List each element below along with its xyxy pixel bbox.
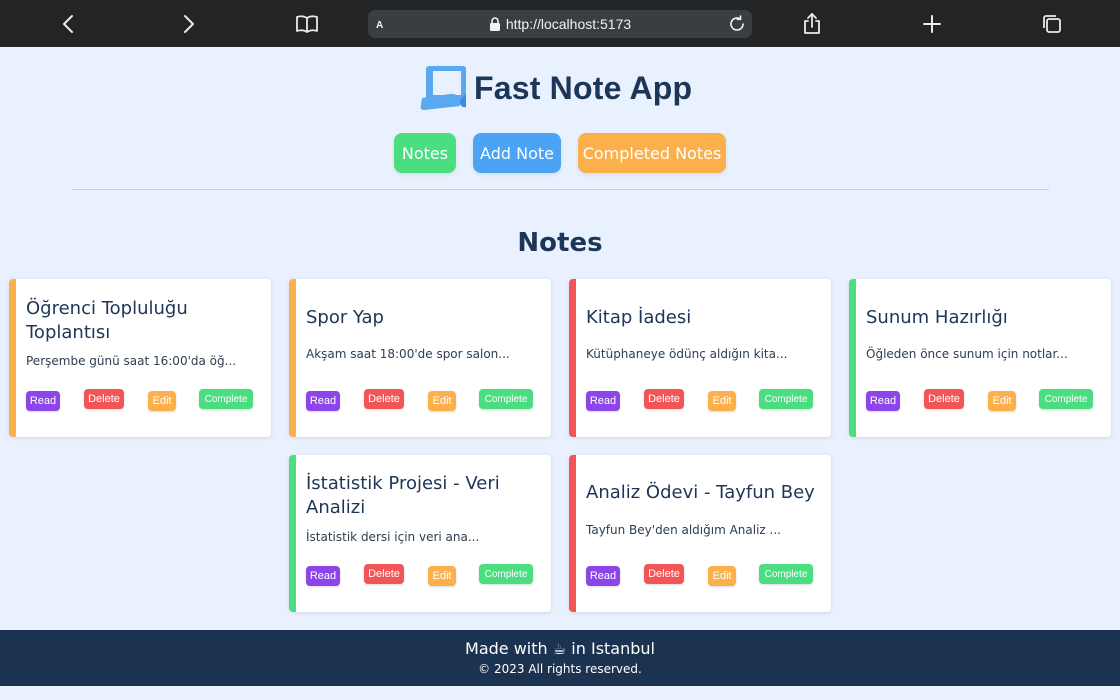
delete-button[interactable]: Delete xyxy=(84,389,124,409)
completed-notes-nav-button[interactable]: Completed Notes xyxy=(578,133,726,173)
note-description: Tayfun Bey'den aldığım Analiz ... xyxy=(586,523,781,537)
note-title: Sunum Hazırlığı xyxy=(866,307,1008,328)
delete-button[interactable]: Delete xyxy=(364,389,404,409)
note-description: İstatistik dersi için veri ana... xyxy=(306,530,480,544)
complete-button[interactable]: Complete xyxy=(759,564,813,584)
read-button[interactable]: Read xyxy=(306,391,340,411)
note-card: Analiz Ödevi - Tayfun Bey Tayfun Bey'den… xyxy=(569,455,831,612)
share-icon[interactable] xyxy=(800,12,824,36)
note-description: Akşam saat 18:00'de spor salon... xyxy=(306,347,510,361)
complete-button[interactable]: Complete xyxy=(1039,389,1093,409)
footer: Made with ☕ in Istanbul © 2023 All right… xyxy=(0,630,1120,686)
main-nav: Notes Add Note Completed Notes xyxy=(0,133,1120,173)
footer-credit-prefix: Made with xyxy=(465,639,548,658)
notes-nav-button[interactable]: Notes xyxy=(394,133,456,173)
note-title: Spor Yap xyxy=(306,307,384,328)
delete-button[interactable]: Delete xyxy=(924,389,964,409)
read-button[interactable]: Read xyxy=(866,391,900,411)
note-description: Kütüphaneye ödünç aldığın kita... xyxy=(586,347,788,361)
read-button[interactable]: Read xyxy=(306,566,340,586)
address-bar[interactable]: A http://localhost:5173 xyxy=(368,10,752,38)
edit-button[interactable]: Edit xyxy=(708,391,736,411)
delete-button[interactable]: Delete xyxy=(364,564,404,584)
note-card: Kitap İadesi Kütüphaneye ödünç aldığın k… xyxy=(569,279,831,437)
note-description: Perşembe günü saat 16:00'da öğ... xyxy=(26,354,237,368)
delete-button[interactable]: Delete xyxy=(644,564,684,584)
forward-icon[interactable] xyxy=(176,12,200,36)
note-title: Öğrenci Topluluğu Toplantısı xyxy=(26,298,188,343)
edit-button[interactable]: Edit xyxy=(428,391,456,411)
reader-icon[interactable]: A xyxy=(376,19,388,33)
note-actions: Read Delete Edit Complete xyxy=(866,389,1111,411)
footer-copyright: © 2023 All rights reserved. xyxy=(478,662,642,676)
note-actions: Read Delete Edit Complete xyxy=(26,389,271,411)
app-title: Fast Note App xyxy=(474,69,693,106)
complete-button[interactable]: Complete xyxy=(199,389,253,409)
note-card: Sunum Hazırlığı Öğleden önce sunum için … xyxy=(849,279,1111,437)
note-card: Öğrenci Topluluğu Toplantısı Perşembe gü… xyxy=(9,279,271,437)
note-actions: Read Delete Edit Complete xyxy=(306,389,551,411)
read-button[interactable]: Read xyxy=(586,391,620,411)
edit-button[interactable]: Edit xyxy=(428,566,456,586)
note-card: Spor Yap Akşam saat 18:00'de spor salon.… xyxy=(289,279,551,437)
footer-credit: Made with ☕ in Istanbul xyxy=(0,639,1120,658)
note-title: Kitap İadesi xyxy=(586,307,692,328)
url-text: http://localhost:5173 xyxy=(505,16,632,32)
read-button[interactable]: Read xyxy=(586,566,620,586)
section-title: Notes xyxy=(517,228,603,258)
complete-button[interactable]: Complete xyxy=(479,389,533,409)
lock-icon xyxy=(489,17,500,31)
note-actions: Read Delete Edit Complete xyxy=(306,564,551,586)
footer-credit-suffix: in Istanbul xyxy=(571,639,655,658)
note-card: İstatistik Projesi - Veri Analizi İstati… xyxy=(289,455,551,612)
note-logo-icon xyxy=(420,66,466,110)
read-button[interactable]: Read xyxy=(26,391,60,411)
header-divider xyxy=(72,189,1049,190)
plus-icon[interactable] xyxy=(920,12,944,36)
edit-button[interactable]: Edit xyxy=(148,391,176,411)
note-title: İstatistik Projesi - Veri Analizi xyxy=(306,473,500,518)
back-icon[interactable] xyxy=(57,12,81,36)
note-title: Analiz Ödevi - Tayfun Bey xyxy=(586,482,815,503)
note-actions: Read Delete Edit Complete xyxy=(586,389,831,411)
edit-button[interactable]: Edit xyxy=(708,566,736,586)
note-description: Öğleden önce sunum için notlar... xyxy=(866,347,1068,361)
edit-button[interactable]: Edit xyxy=(988,391,1016,411)
app-logo[interactable]: Fast Note App xyxy=(420,64,692,112)
note-actions: Read Delete Edit Complete xyxy=(586,564,831,586)
browser-toolbar: A http://localhost:5173 xyxy=(0,0,1120,47)
delete-button[interactable]: Delete xyxy=(644,389,684,409)
book-icon[interactable] xyxy=(295,12,319,36)
coffee-icon: ☕ xyxy=(552,640,567,658)
tabs-icon[interactable] xyxy=(1040,12,1064,36)
complete-button[interactable]: Complete xyxy=(759,389,813,409)
reload-icon[interactable] xyxy=(728,15,746,33)
add-note-nav-button[interactable]: Add Note xyxy=(473,133,561,173)
complete-button[interactable]: Complete xyxy=(479,564,533,584)
